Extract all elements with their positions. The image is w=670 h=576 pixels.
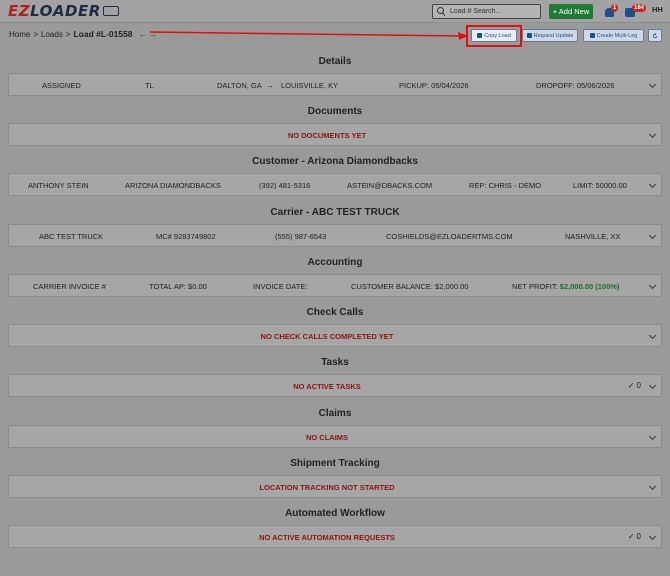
section-title-documents: Documents <box>307 106 363 117</box>
chevron-down-icon[interactable] <box>648 80 657 89</box>
tasks-empty: NO ACTIVE TASKS <box>293 382 361 391</box>
automated-workflow-empty: NO ACTIVE AUTOMATION REQUESTS <box>259 533 395 542</box>
section-title-customer: Customer - Arizona Diamondbacks <box>252 156 418 167</box>
copy-load-button[interactable]: Copy Load <box>471 29 517 42</box>
chevron-down-icon[interactable] <box>648 231 657 240</box>
request-update-button[interactable]: Request Update <box>522 29 578 42</box>
top-navbar: EZLOADER + Add New 1 184 HH <box>0 0 670 23</box>
chevron-down-icon[interactable] <box>648 432 657 441</box>
truck-icon <box>102 6 119 16</box>
messages-button[interactable]: 184 <box>623 4 647 19</box>
arrow-right-icon: → <box>266 81 274 90</box>
breadcrumb: Home > Loads > Load #L-01558 ← → <box>9 29 157 39</box>
section-title-tasks: Tasks <box>321 357 349 368</box>
pickup-date: PICKUP: 05/04/2026 <box>399 81 469 90</box>
origin: DALTON, GA <box>217 81 262 90</box>
carrier-location: NASHVILLE, XX <box>565 232 621 241</box>
workflow-count: ✓ 0 <box>627 532 641 541</box>
customer-card[interactable]: ANTHONY STEIN ARIZONA DIAMONDBACKS (392)… <box>8 173 662 196</box>
check-calls-empty: NO CHECK CALLS COMPLETED YET <box>260 332 394 341</box>
load-mode: TL <box>145 81 154 90</box>
load-search-box[interactable] <box>432 4 541 19</box>
section-title-details: Details <box>318 56 352 67</box>
copy-icon <box>477 33 483 38</box>
customer-email: ASTEIN@DBACKS.COM <box>347 181 433 190</box>
ezloader-logo[interactable]: EZ LOADER <box>8 2 119 20</box>
carrier-card[interactable]: ABC TEST TRUCK MC# 9283749802 (555) 987-… <box>8 224 662 247</box>
section-title-check-calls: Check Calls <box>306 307 364 318</box>
carrier-email: COSHIELDS@EZLOADERTMS.COM <box>386 232 513 241</box>
chevron-down-icon[interactable] <box>648 130 657 139</box>
section-title-carrier: Carrier - ABC TEST TRUCK <box>270 207 400 218</box>
breadcrumb-separator: > <box>65 29 71 39</box>
notification-badge: 1 <box>611 4 619 12</box>
net-profit: NET PROFIT: $2,000.00 (100%) <box>512 282 620 291</box>
documents-card[interactable]: NO DOCUMENTS YET <box>8 123 662 146</box>
breadcrumb-home[interactable]: Home <box>9 30 30 39</box>
add-new-button[interactable]: + Add New <box>549 4 593 19</box>
envelope-icon <box>526 33 532 38</box>
carrier-invoice: CARRIER INVOICE # <box>33 282 106 291</box>
create-multi-leg-button[interactable]: Create Multi-Leg <box>583 29 644 42</box>
tasks-card[interactable]: NO ACTIVE TASKS ✓ 0 <box>8 374 662 397</box>
message-badge: 184 <box>632 4 647 12</box>
section-title-automated-workflow: Automated Workflow <box>285 508 385 519</box>
invoice-date: INVOICE DATE: <box>253 282 308 291</box>
customer-limit: LIMIT: 50000.00 <box>573 181 627 190</box>
chevron-down-icon[interactable] <box>648 532 657 541</box>
user-avatar[interactable]: HH <box>652 5 663 14</box>
net-profit-value: $2,000.00 (100%) <box>559 282 620 291</box>
check-icon: ✓ <box>627 381 635 390</box>
claims-empty: NO CLAIMS <box>305 433 349 442</box>
breadcrumb-separator: > <box>33 29 39 39</box>
customer-company: ARIZONA DIAMONDBACKS <box>125 181 221 190</box>
chevron-down-icon[interactable] <box>648 281 657 290</box>
total-ap: TOTAL AP: $0.00 <box>149 282 207 291</box>
refresh-button[interactable] <box>648 29 662 42</box>
search-icon <box>437 7 446 16</box>
tasks-count: ✓ 0 <box>627 381 641 390</box>
refresh-icon <box>652 32 658 38</box>
customer-contact: ANTHONY STEIN <box>28 181 89 190</box>
chevron-down-icon[interactable] <box>648 381 657 390</box>
automated-workflow-card[interactable]: NO ACTIVE AUTOMATION REQUESTS ✓ 0 <box>8 525 662 548</box>
carrier-name: ABC TEST TRUCK <box>39 232 104 241</box>
accounting-card[interactable]: CARRIER INVOICE # TOTAL AP: $0.00 INVOIC… <box>8 274 662 297</box>
breadcrumb-loads[interactable]: Loads <box>41 30 63 39</box>
carrier-phone: (555) 987-6543 <box>275 232 327 241</box>
breadcrumb-current-load: Load #L-01558 <box>73 29 133 39</box>
annotation-arrow <box>150 31 468 40</box>
claims-card[interactable]: NO CLAIMS <box>8 425 662 448</box>
carrier-mc: MC# 9283749802 <box>156 232 216 241</box>
section-title-shipment-tracking: Shipment Tracking <box>290 458 380 469</box>
customer-rep: REP: CHRIS - DEMO <box>469 181 542 190</box>
destination: LOUISVILLE, KY <box>281 81 339 90</box>
chevron-down-icon[interactable] <box>648 331 657 340</box>
section-title-claims: Claims <box>318 408 352 419</box>
customer-balance: CUSTOMER BALANCE: $2,000.00 <box>351 282 469 291</box>
check-calls-card[interactable]: NO CHECK CALLS COMPLETED YET <box>8 324 662 347</box>
load-search-input[interactable] <box>450 8 540 15</box>
documents-empty: NO DOCUMENTS YET <box>287 131 367 140</box>
chevron-down-icon[interactable] <box>648 482 657 491</box>
layers-icon <box>589 33 595 38</box>
check-icon: ✓ <box>627 532 635 541</box>
details-card[interactable]: ASSIGNED TL DALTON, GA → LOUISVILLE, KY … <box>8 73 662 96</box>
dropoff-date: DROPOFF: 05/06/2026 <box>536 81 615 90</box>
shipment-tracking-empty: LOCATION TRACKING NOT STARTED <box>259 483 395 492</box>
section-title-accounting: Accounting <box>307 257 363 268</box>
load-status: ASSIGNED <box>42 81 81 90</box>
shipment-tracking-card[interactable]: LOCATION TRACKING NOT STARTED <box>8 475 662 498</box>
notifications-button[interactable]: 1 <box>603 4 619 19</box>
chevron-down-icon[interactable] <box>648 180 657 189</box>
customer-phone: (392) 481-5316 <box>259 181 311 190</box>
